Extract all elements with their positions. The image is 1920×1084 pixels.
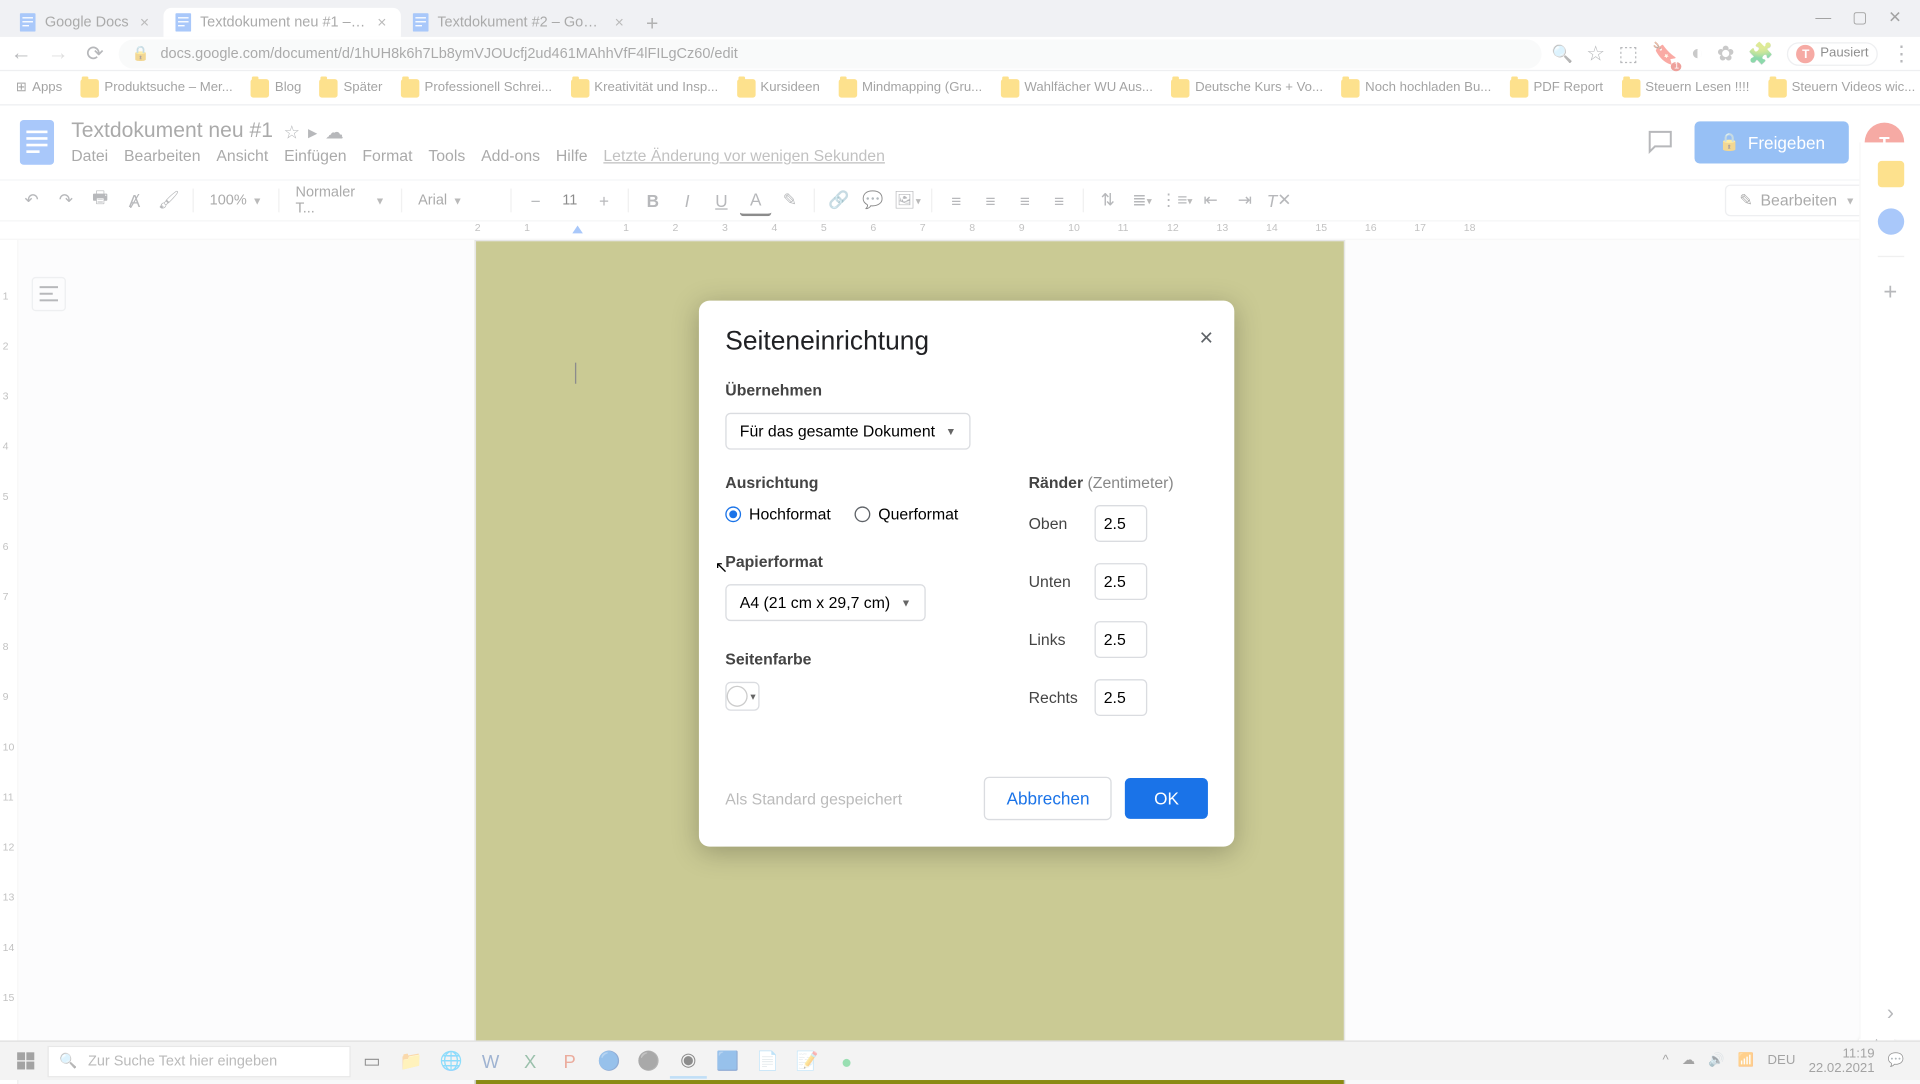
- orientation-label: Ausrichtung: [725, 473, 989, 491]
- margin-bottom-input[interactable]: [1095, 563, 1148, 600]
- margin-top-input[interactable]: [1095, 505, 1148, 542]
- margin-right-label: Rechts: [1029, 688, 1082, 706]
- cancel-button[interactable]: Abbrechen: [984, 777, 1112, 821]
- apply-to-label: Übernehmen: [725, 381, 1208, 399]
- margin-top-label: Oben: [1029, 514, 1082, 532]
- radio-checked-icon: [725, 506, 741, 522]
- dialog-close-button[interactable]: ×: [1199, 324, 1213, 352]
- paper-size-select[interactable]: A4 (21 cm x 29,7 cm)▼: [725, 584, 925, 621]
- margin-bottom-label: Unten: [1029, 572, 1082, 590]
- page-color-label: Seitenfarbe: [725, 650, 989, 668]
- apply-to-select[interactable]: Für das gesamte Dokument▼: [725, 413, 970, 450]
- margins-label: Ränder (Zentimeter): [1029, 473, 1208, 491]
- page-color-select[interactable]: ▾: [725, 682, 759, 711]
- orientation-portrait-radio[interactable]: Hochformat: [725, 505, 831, 523]
- margin-left-label: Links: [1029, 630, 1082, 648]
- ok-button[interactable]: OK: [1125, 778, 1208, 819]
- paper-size-label: Papierformat: [725, 553, 989, 571]
- margin-right-input[interactable]: [1095, 679, 1148, 716]
- margin-left-input[interactable]: [1095, 621, 1148, 658]
- save-default-text: Als Standard gespeichert: [725, 789, 902, 807]
- dialog-title: Seiteneinrichtung: [725, 327, 1208, 357]
- page-setup-dialog: Seiteneinrichtung × Übernehmen Für das g…: [699, 301, 1234, 847]
- orientation-landscape-radio[interactable]: Querformat: [855, 505, 959, 523]
- radio-unchecked-icon: [855, 506, 871, 522]
